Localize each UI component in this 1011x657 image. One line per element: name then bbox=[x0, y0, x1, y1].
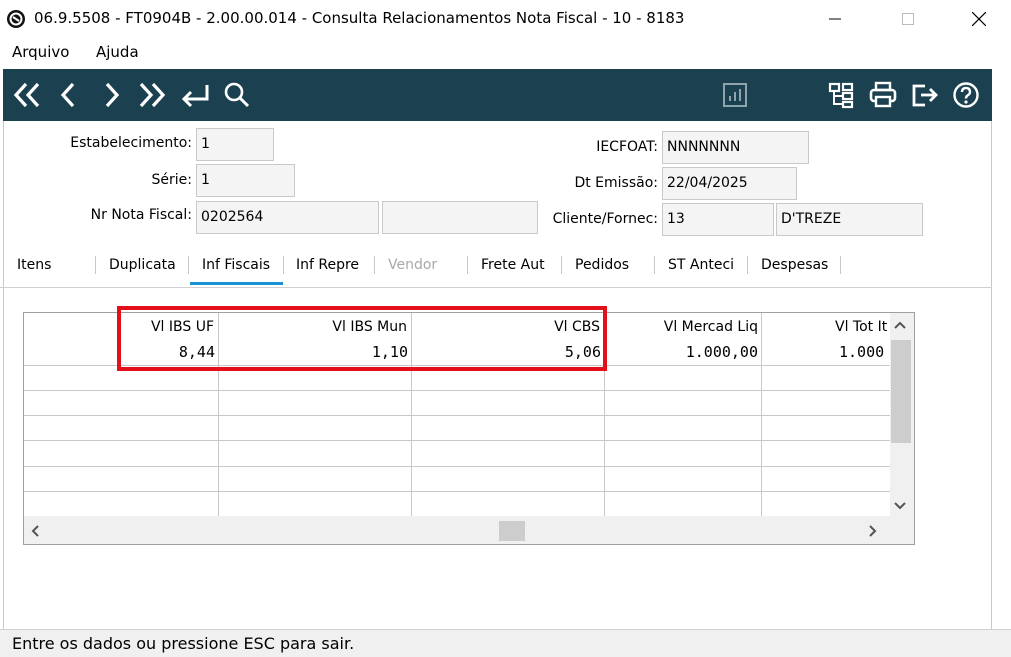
exit-icon bbox=[912, 84, 938, 107]
status-message: Entre os dados ou pressione ESC para sai… bbox=[12, 634, 355, 653]
scroll-up-icon[interactable] bbox=[893, 320, 907, 330]
tab-separator bbox=[283, 256, 284, 274]
row-divider bbox=[24, 440, 890, 441]
chart-button[interactable] bbox=[719, 79, 751, 111]
menu-bar: Arquivo Ajuda bbox=[0, 40, 1011, 66]
tab-inf-fiscais[interactable]: Inf Fiscais bbox=[202, 257, 272, 273]
row-divider bbox=[24, 491, 890, 492]
last-record-icon bbox=[139, 82, 166, 108]
tree-icon bbox=[828, 82, 854, 109]
tab-separator bbox=[188, 256, 189, 274]
active-tab-indicator bbox=[190, 282, 283, 285]
next-record-icon bbox=[105, 82, 120, 108]
app-logo-icon bbox=[7, 10, 25, 28]
window-title: 06.9.5508 - FT0904B - 2.00.00.014 - Cons… bbox=[34, 9, 685, 27]
first-record-button[interactable] bbox=[11, 79, 43, 111]
help-icon bbox=[953, 82, 979, 108]
menu-ajuda[interactable]: Ajuda bbox=[96, 43, 139, 61]
tab-strip: Itens Duplicata Inf Fiscais Inf Repre Ve… bbox=[0, 248, 992, 286]
chart-icon bbox=[723, 83, 747, 107]
tab-separator bbox=[747, 256, 748, 274]
cliente-code-field[interactable]: 13 bbox=[662, 203, 774, 236]
last-record-button[interactable] bbox=[136, 79, 168, 111]
print-button[interactable] bbox=[867, 79, 899, 111]
nr-nota-fiscal-extra-field[interactable] bbox=[382, 201, 538, 234]
nr-nota-fiscal-field[interactable]: 0202564 bbox=[196, 201, 379, 234]
tab-despesas[interactable]: Despesas bbox=[761, 257, 829, 273]
tab-pedidos[interactable]: Pedidos bbox=[575, 257, 645, 273]
iecfoat-field[interactable]: NNNNNNN bbox=[662, 131, 809, 164]
tab-separator bbox=[467, 256, 468, 274]
tab-vendor: Vendor bbox=[388, 257, 438, 273]
cell-vl-tot-it[interactable]: 1.000 bbox=[765, 343, 890, 361]
tab-panel-border bbox=[0, 287, 992, 288]
toolbar bbox=[3, 69, 992, 121]
serie-field[interactable]: 1 bbox=[196, 164, 295, 197]
tab-separator bbox=[561, 256, 562, 274]
exit-button[interactable] bbox=[909, 79, 941, 111]
dt-emissao-field[interactable]: 22/04/2025 bbox=[662, 167, 797, 200]
estabelecimento-field[interactable]: 1 bbox=[196, 128, 274, 161]
close-button[interactable] bbox=[956, 4, 1002, 34]
nr-nota-fiscal-label: Nr Nota Fiscal: bbox=[90, 207, 192, 223]
minimize-icon bbox=[829, 18, 841, 20]
cliente-fornec-label: Cliente/Fornec: bbox=[552, 211, 658, 227]
cliente-name-field[interactable]: D'TREZE bbox=[776, 203, 923, 236]
maximize-icon bbox=[902, 13, 914, 25]
row-divider bbox=[24, 390, 890, 391]
column-header-vl-tot-it[interactable]: Vl Tot It bbox=[765, 319, 890, 335]
close-icon bbox=[972, 12, 986, 26]
iecfoat-label: IECFOAT: bbox=[596, 139, 658, 155]
vertical-scroll-thumb[interactable] bbox=[891, 340, 911, 443]
return-button[interactable] bbox=[179, 79, 211, 111]
serie-label: Série: bbox=[151, 172, 192, 188]
first-record-icon bbox=[13, 82, 40, 108]
help-button[interactable] bbox=[950, 79, 982, 111]
scroll-down-icon[interactable] bbox=[893, 501, 907, 511]
menu-arquivo[interactable]: Arquivo bbox=[12, 43, 69, 61]
tab-inf-repre[interactable]: Inf Repre bbox=[296, 257, 364, 273]
print-icon bbox=[869, 81, 897, 108]
next-record-button[interactable] bbox=[95, 79, 127, 111]
tab-itens[interactable]: Itens bbox=[17, 257, 87, 273]
dt-emissao-label: Dt Emissão: bbox=[574, 175, 658, 191]
search-button[interactable] bbox=[221, 79, 253, 111]
minimize-button[interactable] bbox=[812, 4, 858, 34]
tab-separator bbox=[374, 256, 375, 274]
highlight-annotation-box bbox=[117, 306, 607, 371]
cell-vl-mercad-liq[interactable]: 1.000,00 bbox=[608, 343, 758, 361]
tab-separator bbox=[840, 256, 841, 274]
previous-record-button[interactable] bbox=[53, 79, 85, 111]
tab-st-anteci[interactable]: ST Anteci bbox=[668, 257, 736, 273]
title-bar: 06.9.5508 - FT0904B - 2.00.00.014 - Cons… bbox=[0, 0, 1011, 38]
scroll-right-icon[interactable] bbox=[868, 524, 878, 538]
horizontal-scrollbar[interactable] bbox=[24, 516, 914, 544]
column-header-vl-mercad-liq[interactable]: Vl Mercad Liq bbox=[608, 319, 758, 335]
maximize-button[interactable] bbox=[885, 4, 931, 34]
tab-duplicata[interactable]: Duplicata bbox=[109, 257, 181, 273]
tree-button[interactable] bbox=[825, 79, 857, 111]
scroll-left-icon[interactable] bbox=[30, 524, 40, 538]
tab-separator bbox=[95, 256, 96, 274]
estabelecimento-label: Estabelecimento: bbox=[70, 135, 192, 151]
return-icon bbox=[181, 85, 209, 108]
horizontal-scroll-thumb[interactable] bbox=[499, 521, 525, 541]
previous-record-icon bbox=[60, 82, 75, 108]
tab-separator bbox=[654, 256, 655, 274]
search-icon bbox=[224, 82, 250, 108]
tab-frete-aut[interactable]: Frete Aut bbox=[481, 257, 549, 273]
row-divider bbox=[24, 466, 890, 467]
row-divider bbox=[24, 415, 890, 416]
status-bar: Entre os dados ou pressione ESC para sai… bbox=[0, 629, 1011, 657]
